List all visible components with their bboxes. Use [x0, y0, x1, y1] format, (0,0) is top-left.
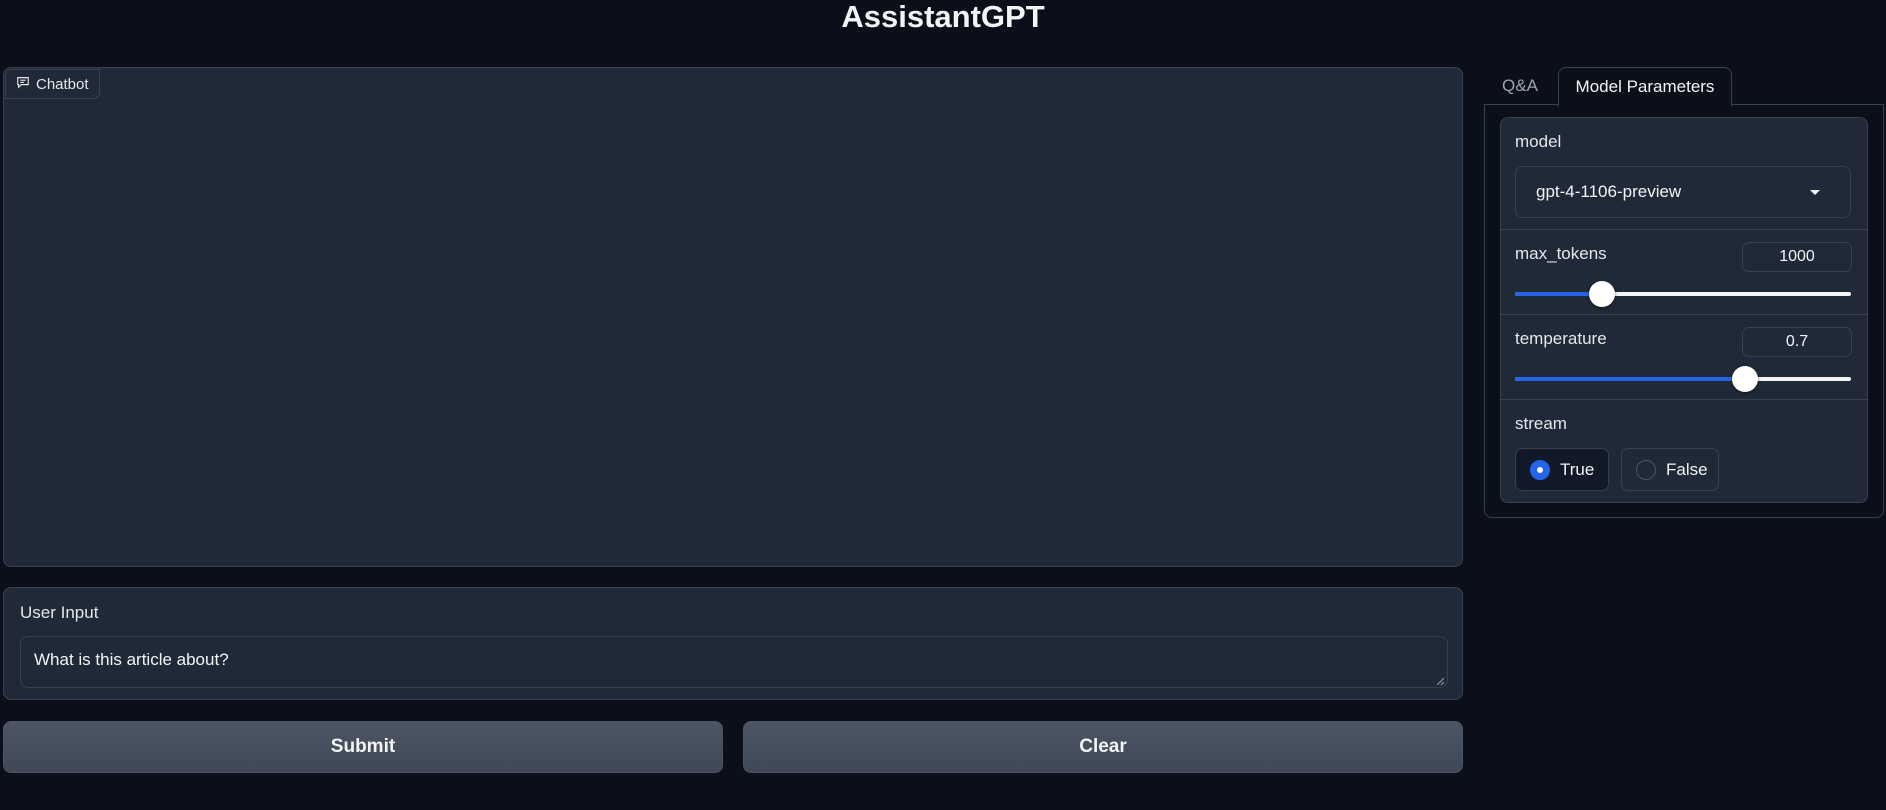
temperature-number-input[interactable]: 0.7	[1742, 327, 1852, 357]
temperature-slider-fill	[1515, 377, 1746, 381]
user-input-label: User Input	[20, 603, 99, 622]
model-dropdown[interactable]: gpt-4-1106-preview	[1515, 166, 1851, 218]
max-tokens-slider[interactable]	[1515, 281, 1851, 307]
radio-checked-icon	[1530, 459, 1550, 480]
chevron-down-icon	[1810, 190, 1820, 195]
model-dropdown-value: gpt-4-1106-preview	[1536, 182, 1682, 201]
tab-bar: Q&A Model Parameters	[1484, 67, 1884, 106]
temperature-section: temperature 0.7	[1501, 315, 1867, 400]
user-input-field[interactable]	[20, 636, 1448, 688]
submit-button[interactable]: Submit	[3, 721, 723, 773]
stream-radio-false[interactable]: False	[1621, 448, 1719, 491]
radio-unchecked-icon	[1636, 459, 1656, 480]
temperature-slider[interactable]	[1515, 366, 1851, 392]
chatbot-panel: Chatbot	[3, 67, 1463, 567]
stream-radio-true-label: True	[1560, 459, 1595, 479]
max-tokens-number-input[interactable]: 1000	[1742, 242, 1852, 272]
model-label: model	[1515, 132, 1562, 151]
chat-icon	[16, 75, 30, 93]
user-input-block: User Input	[3, 587, 1463, 700]
temperature-slider-thumb[interactable]	[1732, 366, 1759, 392]
model-section: model gpt-4-1106-preview	[1501, 118, 1867, 230]
clear-button[interactable]: Clear	[743, 721, 1463, 773]
stream-section: stream True False	[1501, 400, 1867, 502]
temperature-label: temperature	[1515, 329, 1607, 348]
max-tokens-label: max_tokens	[1515, 244, 1607, 263]
tab-model-parameters[interactable]: Model Parameters	[1558, 67, 1732, 106]
stream-radio-true[interactable]: True	[1515, 448, 1609, 491]
resize-handle-icon[interactable]	[1436, 677, 1444, 685]
model-parameters-panel: model gpt-4-1106-preview max_tokens 1000…	[1484, 104, 1884, 518]
stream-radio-false-label: False	[1666, 459, 1708, 479]
stream-label: stream	[1515, 414, 1567, 433]
chatbot-label-text: Chatbot	[36, 75, 89, 93]
parameters-form: model gpt-4-1106-preview max_tokens 1000…	[1500, 117, 1868, 503]
max-tokens-section: max_tokens 1000	[1501, 230, 1867, 315]
max-tokens-slider-thumb[interactable]	[1589, 281, 1616, 307]
tab-qa[interactable]: Q&A	[1484, 67, 1556, 105]
page-title: AssistantGPT	[841, 0, 1045, 34]
chatbot-label: Chatbot	[5, 69, 100, 99]
